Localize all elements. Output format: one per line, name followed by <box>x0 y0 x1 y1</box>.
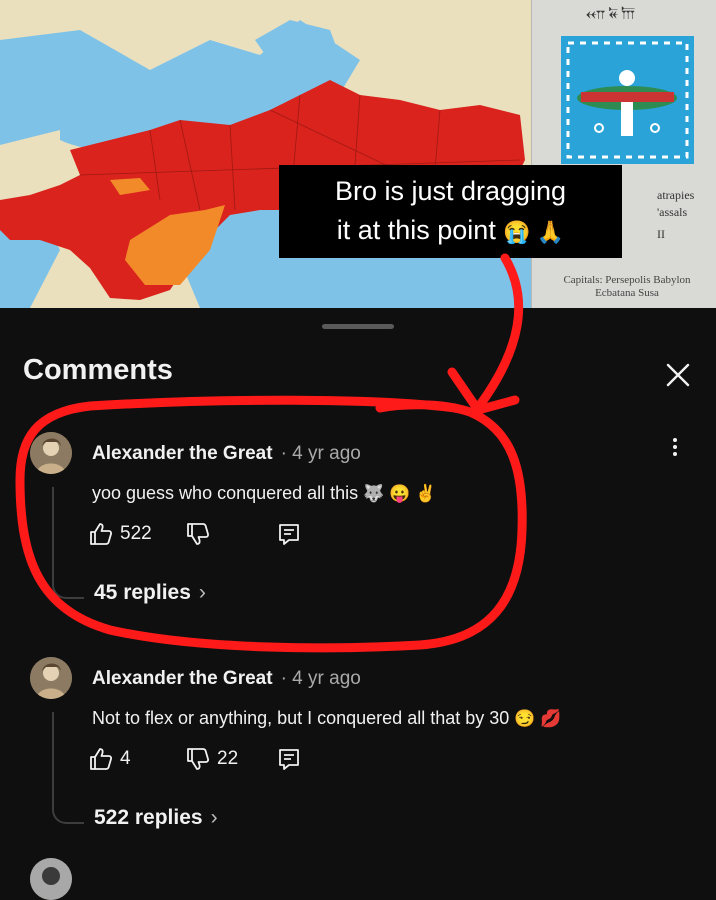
chevron-right-icon: › <box>198 581 206 604</box>
avatar[interactable] <box>30 858 72 900</box>
like-icon <box>90 523 113 545</box>
drag-handle[interactable] <box>322 324 394 329</box>
comments-title: Comments <box>23 354 173 386</box>
reply-button[interactable] <box>276 746 302 772</box>
dislike-icon <box>187 748 210 770</box>
capitals-line-2: Ecbatana Susa <box>595 287 659 299</box>
replies-count: 45 replies <box>94 581 191 604</box>
comment-header: Alexander the Great · 4 yr ago <box>92 668 361 690</box>
comment-body: yoo guess who conquered all this <box>92 483 359 503</box>
replies-count: 522 replies <box>94 806 203 829</box>
reply-icon <box>279 524 299 545</box>
empire-map <box>0 0 531 308</box>
comments-sheet: Comments Alexander the Great · 4 yr ago y… <box>0 308 716 900</box>
dislike-button[interactable] <box>185 521 217 547</box>
comment-author[interactable]: Alexander the Great <box>92 443 273 464</box>
comment-body: Not to flex or anything, but I conquered… <box>92 708 510 728</box>
comment-author[interactable]: Alexander the Great <box>92 668 273 689</box>
avatar-image-icon <box>30 858 72 900</box>
like-count: 4 <box>120 748 131 769</box>
legend-line-1: atrapies <box>657 188 695 202</box>
like-count: 522 <box>120 523 152 544</box>
caption-line-2: it at this point 😭 🙏 <box>279 211 622 251</box>
dislike-button[interactable]: 22 <box>185 746 238 772</box>
legend-line-2: 'assals <box>657 205 688 219</box>
reply-icon <box>279 749 299 770</box>
reply-button[interactable] <box>276 521 302 547</box>
like-button[interactable]: 522 <box>88 521 152 547</box>
faravahar-emblem-icon <box>561 36 694 164</box>
meme-caption: Bro is just dragging it at this point 😭 … <box>279 165 622 258</box>
comment-emojis: 🐺 😛 ✌ <box>363 484 437 503</box>
avatar[interactable] <box>30 657 72 699</box>
comment-text: yoo guess who conquered all this 🐺 😛 ✌ <box>92 483 436 504</box>
legend-line-3: II <box>657 227 665 241</box>
avatar[interactable] <box>30 432 72 474</box>
avatar-image-icon <box>30 432 72 474</box>
comment-emojis: 😏 💋 <box>514 709 562 728</box>
comment-header: Alexander the Great · 4 yr ago <box>92 443 361 465</box>
avatar-image-icon <box>30 657 72 699</box>
capitals-line-1: Capitals: Persepolis Babylon <box>563 274 691 286</box>
comment-text: Not to flex or anything, but I conquered… <box>92 708 561 729</box>
like-button[interactable]: 4 <box>88 746 131 772</box>
comment-time: · 4 yr ago <box>280 443 361 464</box>
chevron-right-icon: › <box>210 806 218 829</box>
more-vert-icon <box>668 438 682 456</box>
caption-emojis: 😭 🙏 <box>503 219 565 245</box>
thread-line <box>52 712 84 824</box>
capitals-list: Capitals: Persepolis Babylon Ecbatana Su… <box>542 274 712 300</box>
video-frame[interactable]: 𐎧𐏁𐎠 atrapies 'assals II Capitals: Persep… <box>0 0 716 308</box>
close-icon <box>666 363 690 387</box>
comment-time: · 4 yr ago <box>280 668 361 689</box>
close-button[interactable] <box>660 357 696 393</box>
cuneiform-header: 𐎧𐏁𐎠 <box>586 4 639 23</box>
caption-line-2-text: it at this point <box>336 215 496 245</box>
legend-panel: 𐎧𐏁𐎠 atrapies 'assals II Capitals: Persep… <box>531 0 716 308</box>
caption-line-1: Bro is just dragging <box>334 176 567 206</box>
more-button[interactable] <box>668 435 682 465</box>
dislike-count: 22 <box>217 748 239 769</box>
view-replies-button[interactable]: 45 replies › <box>94 581 206 605</box>
view-replies-button[interactable]: 522 replies › <box>94 806 218 830</box>
like-icon <box>90 748 113 770</box>
thread-line <box>52 487 84 599</box>
dislike-icon <box>187 523 210 545</box>
